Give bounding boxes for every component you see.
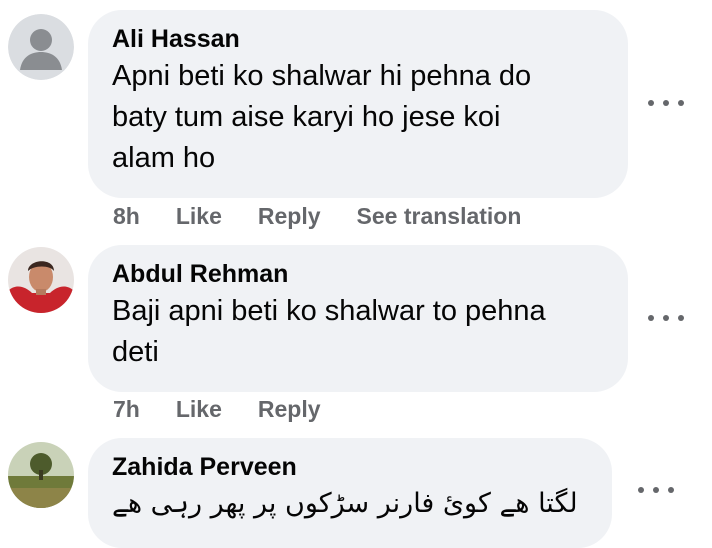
comment-text-line: deti	[112, 336, 159, 368]
more-options-icon[interactable]	[648, 312, 684, 324]
profile-photo-red	[8, 247, 74, 313]
comment-author[interactable]: Ali Hassan	[112, 24, 604, 54]
comment-text: Apni beti ko shalwar hi pehna do baty tu…	[112, 56, 604, 179]
comment-text-line: baty tum aise karyi ho jese koi	[112, 101, 501, 133]
comment-text: Baji apni beti ko shalwar to pehna deti	[112, 291, 604, 373]
like-button[interactable]: Like	[176, 396, 222, 423]
comment-author[interactable]: Zahida Perveen	[112, 452, 588, 482]
more-options-icon[interactable]	[648, 97, 684, 109]
comment-actions: 8h Like Reply See translation	[113, 203, 557, 230]
comment-text-line: alam ho	[112, 142, 216, 174]
comment-timestamp[interactable]: 7h	[113, 396, 140, 423]
see-translation-link[interactable]: See translation	[357, 203, 522, 230]
avatar[interactable]	[8, 247, 74, 313]
avatar[interactable]	[8, 442, 74, 508]
like-button[interactable]: Like	[176, 203, 222, 230]
comment-bubble: Zahida Perveen لگتا ھے کوئ فارنر سڑکوں پ…	[88, 438, 612, 548]
more-options-icon[interactable]	[638, 484, 674, 496]
reply-button[interactable]: Reply	[258, 396, 321, 423]
comment-author[interactable]: Abdul Rehman	[112, 259, 604, 289]
reply-button[interactable]: Reply	[258, 203, 321, 230]
comment-bubble: Ali Hassan Apni beti ko shalwar hi pehna…	[88, 10, 628, 198]
comment-text-line: Apni beti ko shalwar hi pehna do	[112, 60, 532, 92]
comment-bubble: Abdul Rehman Baji apni beti ko shalwar t…	[88, 245, 628, 392]
profile-photo-landscape	[8, 442, 74, 508]
comment-actions: 7h Like Reply	[113, 396, 357, 423]
comment-text-line: Baji apni beti ko shalwar to pehna	[112, 295, 546, 327]
avatar[interactable]	[8, 14, 74, 80]
default-profile-icon	[8, 14, 74, 80]
comment-timestamp[interactable]: 8h	[113, 203, 140, 230]
comment-text: لگتا ھے کوئ فارنر سڑکوں پر پھر رہی ھے	[112, 488, 578, 519]
